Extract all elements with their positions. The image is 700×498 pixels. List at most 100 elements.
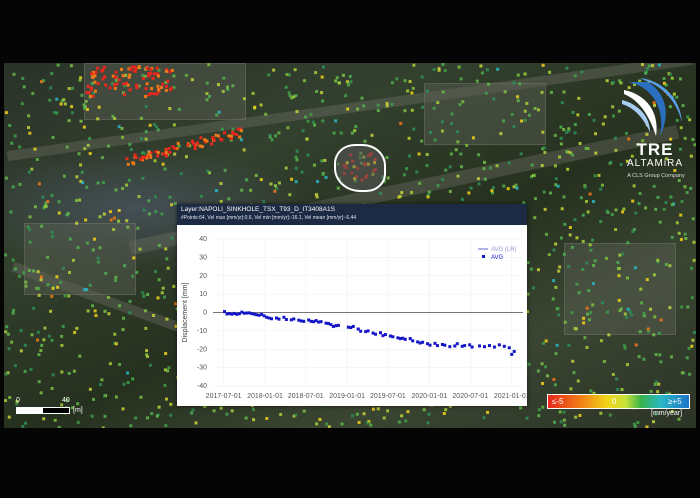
ps-point xyxy=(483,177,487,181)
avg-data-point xyxy=(366,329,370,333)
ps-point xyxy=(536,268,540,272)
ps-point xyxy=(403,109,407,113)
avg-data-point xyxy=(510,352,514,356)
ps-point xyxy=(55,97,59,101)
ps-point xyxy=(531,286,535,290)
ps-point xyxy=(223,131,227,135)
ps-point xyxy=(679,213,683,217)
ps-point xyxy=(563,423,567,427)
ps-point xyxy=(26,126,30,130)
ps-point xyxy=(172,74,176,78)
ps-point xyxy=(587,318,591,322)
ps-point xyxy=(599,339,603,343)
ps-point xyxy=(30,167,34,171)
ps-point xyxy=(143,309,147,313)
ps-point xyxy=(121,187,125,191)
ps-point xyxy=(141,176,145,180)
ps-point xyxy=(341,73,345,77)
ps-point xyxy=(9,210,13,214)
ps-point xyxy=(687,346,691,350)
ps-point xyxy=(244,416,248,420)
ps-point xyxy=(168,107,172,111)
ps-point xyxy=(49,86,53,90)
logo-altamira: ALTAMiRA xyxy=(627,158,683,169)
ps-point xyxy=(206,169,210,173)
ps-point xyxy=(390,102,394,106)
ps-point xyxy=(432,68,436,72)
ps-point xyxy=(146,292,150,296)
ps-point xyxy=(582,321,586,325)
ps-point xyxy=(151,76,155,80)
ps-point xyxy=(610,212,614,216)
ps-point xyxy=(339,131,343,135)
avg-data-point xyxy=(512,349,516,353)
ps-point xyxy=(664,262,668,266)
ps-point xyxy=(14,267,18,271)
ps-point xyxy=(107,312,111,316)
ps-point xyxy=(28,131,32,135)
ps-point xyxy=(72,369,76,373)
ps-point xyxy=(611,81,615,85)
ps-point xyxy=(562,410,566,414)
sinkhole-area-outline[interactable] xyxy=(334,144,386,192)
timeseries-popup[interactable]: Layer:NAPOLI_SINKHOLE_TSX_T93_D_IT3408A1… xyxy=(177,204,527,406)
ps-point xyxy=(166,369,170,373)
ps-point xyxy=(542,146,546,150)
ps-point xyxy=(587,113,591,117)
ps-point xyxy=(71,258,75,262)
avg-data-point xyxy=(277,317,281,321)
ps-point xyxy=(345,80,349,84)
ps-point xyxy=(690,296,694,300)
ps-point xyxy=(147,199,151,203)
ps-point xyxy=(559,136,563,140)
ps-point xyxy=(559,236,563,240)
ps-point xyxy=(645,425,649,428)
ps-point xyxy=(155,414,159,418)
ps-point xyxy=(597,173,601,177)
ps-point xyxy=(56,285,60,289)
ps-point xyxy=(302,79,306,83)
ps-point xyxy=(609,160,613,164)
ps-point xyxy=(40,343,44,347)
ps-point xyxy=(692,331,696,335)
ps-point xyxy=(83,147,87,151)
ps-point xyxy=(527,362,531,366)
ps-point xyxy=(61,324,65,328)
ps-point xyxy=(53,418,57,422)
ps-point xyxy=(37,182,41,186)
ps-point xyxy=(536,108,540,112)
ps-point xyxy=(562,418,566,422)
altamira-wave-icon xyxy=(622,78,682,136)
ps-point xyxy=(565,66,569,70)
ps-point xyxy=(305,137,309,141)
ps-point xyxy=(117,304,121,308)
ps-point xyxy=(164,352,168,356)
ps-point xyxy=(542,341,546,345)
ps-point xyxy=(287,91,291,95)
avg-data-point xyxy=(463,344,467,348)
ps-point xyxy=(440,120,444,124)
ps-point xyxy=(177,107,181,111)
ps-point xyxy=(113,75,117,79)
ps-point xyxy=(320,91,324,95)
ps-point xyxy=(541,405,545,409)
chart-legend[interactable]: AVG (LR) AVG xyxy=(478,247,517,261)
ps-point xyxy=(167,146,171,150)
avg-data-point xyxy=(403,337,407,341)
ps-point xyxy=(161,286,165,290)
ps-point xyxy=(169,413,173,417)
ps-point xyxy=(460,165,464,169)
ps-point xyxy=(227,134,231,138)
y-tick-label: 20 xyxy=(199,273,207,280)
ps-point xyxy=(108,362,112,366)
ps-point xyxy=(144,94,148,98)
ps-point xyxy=(156,74,160,78)
ps-point xyxy=(450,122,454,126)
ps-point xyxy=(121,74,125,78)
ps-point xyxy=(122,82,126,86)
ps-point xyxy=(11,185,15,189)
ps-point xyxy=(436,184,440,188)
ps-point xyxy=(592,118,596,122)
ps-point xyxy=(154,210,158,214)
ps-point xyxy=(290,177,294,181)
